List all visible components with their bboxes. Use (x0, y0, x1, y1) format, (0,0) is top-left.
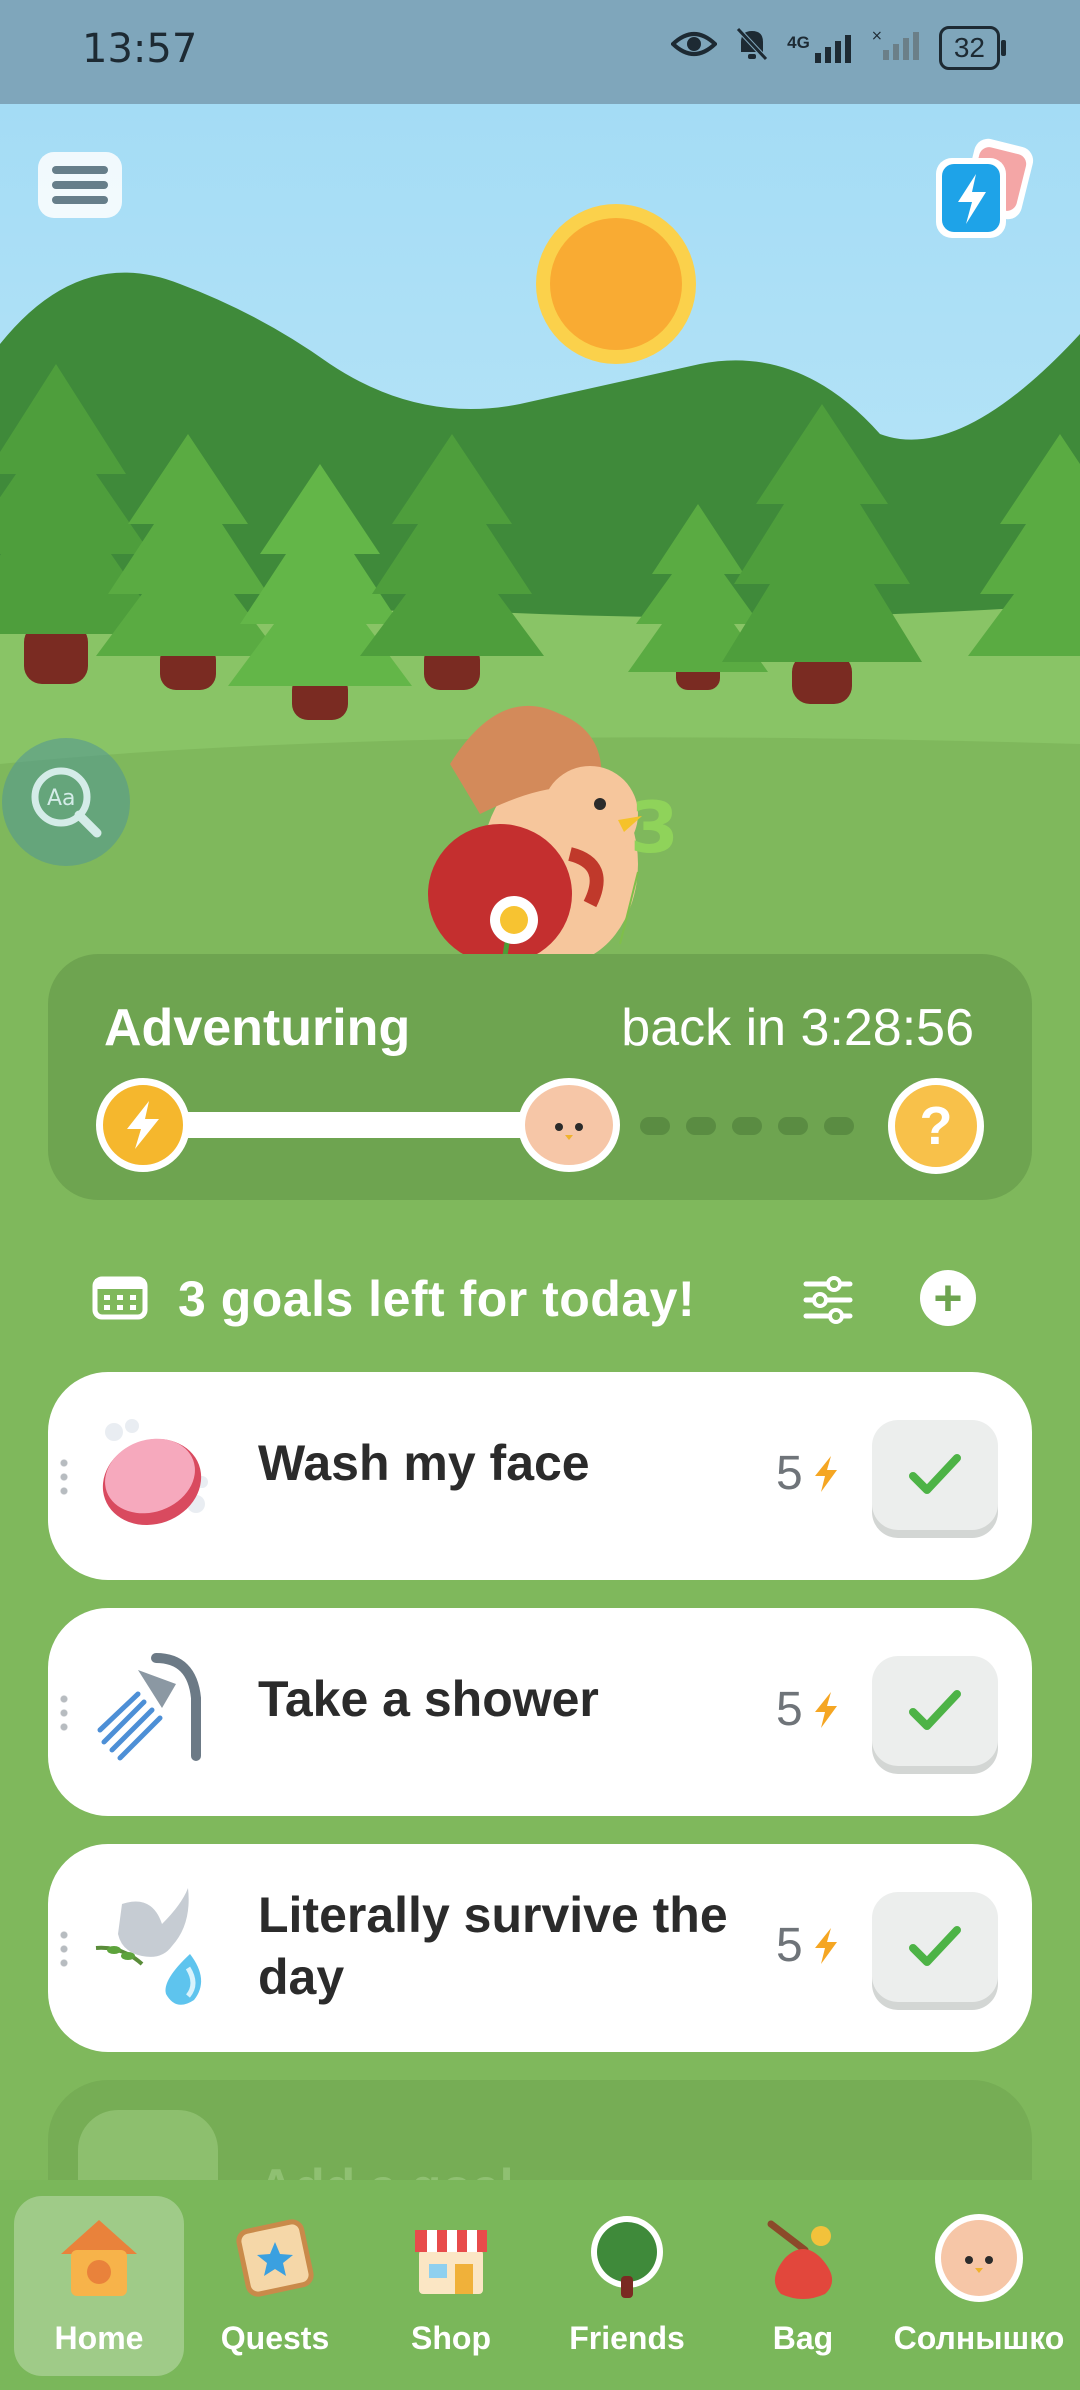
svg-text:3: 3 (630, 787, 679, 869)
shower-icon (92, 1648, 220, 1776)
svg-text:×: × (871, 28, 883, 44)
status-time: 13:57 (82, 26, 198, 72)
progress-dot (824, 1117, 854, 1135)
complete-goal-button[interactable] (872, 1892, 998, 2002)
bag-icon (767, 2220, 833, 2299)
filter-sliders-icon[interactable] (800, 1272, 856, 1328)
pet-progress-avatar (518, 1078, 620, 1172)
bolt-icon (814, 1691, 837, 1728)
complete-goal-button[interactable] (872, 1656, 998, 1766)
checkmark-icon (909, 1690, 961, 1730)
progress-dot (778, 1117, 808, 1135)
energy-start-node (96, 1078, 190, 1172)
signal-empty-icon: × (871, 28, 921, 68)
svg-text:Aa: Aa (47, 786, 76, 811)
pet-avatar (935, 2214, 1023, 2302)
nav-shop[interactable]: Shop (366, 2196, 536, 2376)
adventure-status: Adventuring (104, 999, 411, 1057)
drag-handle[interactable] (60, 1456, 68, 1496)
goal-title: Take a shower (258, 1671, 599, 1727)
tree-icon (591, 2216, 663, 2298)
goal-points: 5 (776, 1918, 841, 1973)
goal-card[interactable]: Wash my face 5 (48, 1372, 1032, 1580)
nav-bag[interactable]: Bag (718, 2196, 888, 2376)
drag-handle[interactable] (60, 1928, 68, 1968)
drag-handle[interactable] (60, 1692, 68, 1732)
bolt-icon (127, 1101, 159, 1149)
forest-scene: 3 (0, 104, 1080, 1004)
goals-remaining-text: 3 goals left for today! (178, 1271, 696, 1327)
battery-indicator: 32 (938, 26, 1007, 70)
eye-icon (670, 29, 719, 67)
energy-cards-button[interactable] (926, 136, 1036, 244)
soap-icon (92, 1412, 220, 1540)
complete-goal-button[interactable] (872, 1420, 998, 1530)
goal-points: 5 (776, 1446, 841, 1501)
nav-profile[interactable]: Солнышко (894, 2196, 1064, 2376)
dove-icon (92, 1884, 220, 2012)
progress-dot (640, 1117, 670, 1135)
mute-bell-icon (735, 26, 769, 70)
goal-points: 5 (776, 1682, 841, 1737)
mystery-reward-node[interactable]: ? (888, 1078, 984, 1174)
nav-home[interactable]: Home (14, 2196, 184, 2376)
nav-quests[interactable]: Quests (190, 2196, 360, 2376)
add-goal-plus-button[interactable]: + (920, 1270, 976, 1326)
goal-title: Literally survive the day (258, 1887, 728, 2005)
adventure-timer: back in 3:28:56 (621, 999, 974, 1057)
goal-title: Wash my face (258, 1435, 590, 1491)
checkmark-icon (909, 1926, 961, 1966)
checkmark-icon (909, 1454, 961, 1494)
quests-icon (236, 2219, 314, 2297)
goal-card[interactable]: Literally survive the day 5 (48, 1844, 1032, 2052)
nav-friends[interactable]: Friends (542, 2196, 712, 2376)
home-icon (61, 2220, 137, 2296)
bolt-icon (814, 1455, 837, 1492)
goals-header: 3 goals left for today! (92, 1264, 992, 1334)
calendar-icon[interactable] (92, 1273, 148, 1326)
signal-4g-icon: 4G (787, 33, 853, 63)
goal-card[interactable]: Take a shower 5 (48, 1608, 1032, 1816)
adventure-progress-track (138, 1112, 578, 1138)
progress-dot (686, 1117, 716, 1135)
menu-button[interactable] (38, 152, 122, 218)
progress-dot (732, 1117, 762, 1135)
text-size-button[interactable]: Aa (2, 738, 130, 866)
status-icons: 4G × 32 (670, 26, 1007, 70)
bolt-icon (814, 1927, 837, 1964)
shop-icon (415, 2230, 487, 2294)
